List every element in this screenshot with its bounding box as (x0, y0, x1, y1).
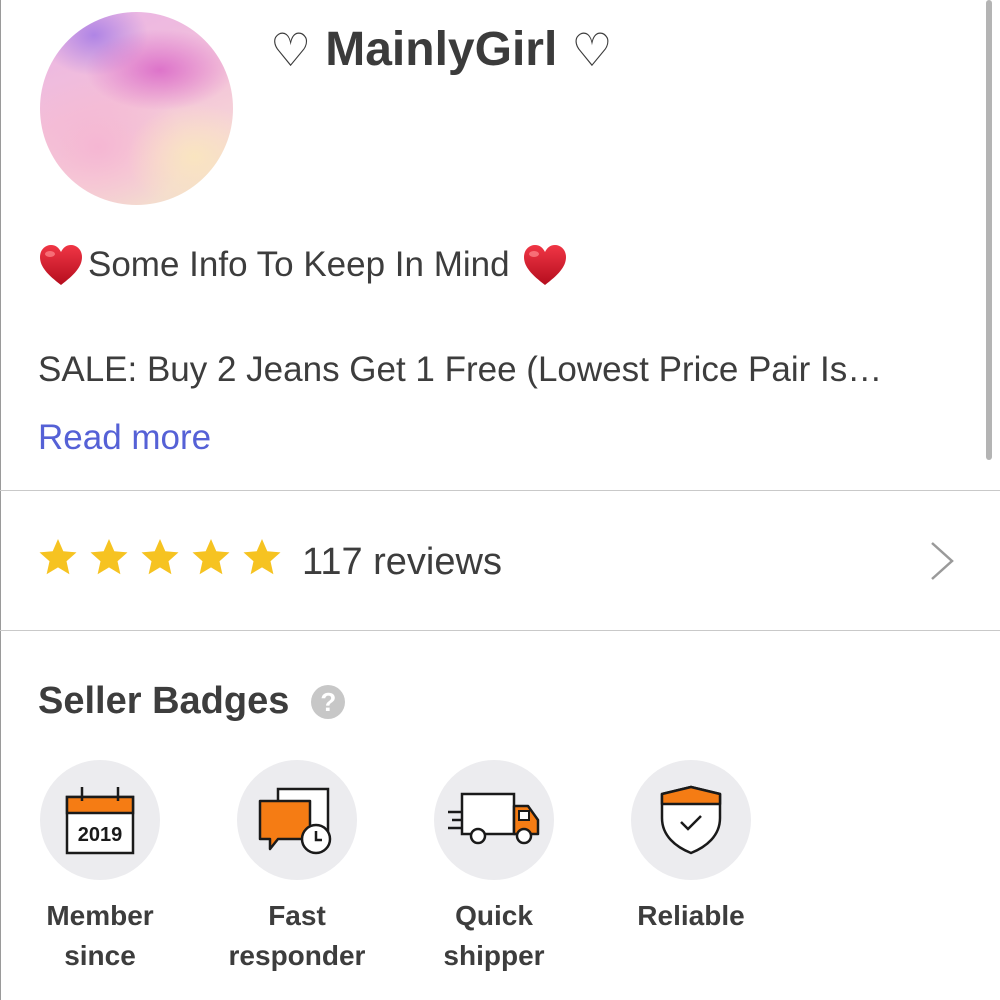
calendar-icon: 2019 (65, 787, 135, 855)
shop-avatar[interactable] (40, 12, 233, 205)
divider (0, 630, 1000, 631)
star-icon (141, 539, 179, 575)
star-icon (90, 539, 128, 575)
help-icon[interactable]: ? (311, 684, 346, 719)
badge-label: Reliable (591, 896, 791, 936)
truck-icon (448, 792, 540, 845)
badge-label-line2: responder (228, 940, 366, 971)
badge-label-line2: since (64, 940, 136, 971)
reviews-count: 117 reviews (302, 541, 502, 583)
divider (0, 490, 1000, 491)
heart-outline-icon: ♡ (270, 23, 312, 76)
shop-description-text: SALE: Buy 2 Jeans Get 1 Free (Lowest Pri… (38, 350, 883, 389)
read-more-link[interactable]: Read more (38, 418, 211, 458)
badge-label: Member since (0, 896, 200, 976)
badge-label: Quick shipper (394, 896, 594, 976)
badge-icon-circle[interactable]: 2019 (40, 760, 160, 880)
seller-badges-title: Seller Badges (38, 680, 290, 722)
shop-info-headline: Some Info To Keep In Mind (38, 243, 568, 287)
badge-label: Fast responder (197, 896, 397, 976)
badge-reliable: Reliable (591, 760, 791, 936)
shop-title: ♡ MainlyGirl ♡ (270, 22, 670, 77)
red-heart-icon (40, 245, 82, 285)
badge-quick-shipper: Quick shipper (394, 760, 594, 976)
heart-outline-icon: ♡ (571, 23, 613, 76)
calendar-year: 2019 (78, 824, 123, 846)
badge-label-line1: Member (46, 900, 154, 931)
badge-icon-circle[interactable] (631, 760, 751, 880)
shop-name: MainlyGirl (325, 23, 558, 76)
seller-badges-heading: Seller Badges ? (38, 680, 346, 723)
badge-label-line1: Quick (455, 900, 533, 931)
chat-clock-icon (258, 787, 332, 855)
star-icon (192, 539, 230, 575)
red-heart-icon (523, 245, 566, 285)
badge-fast-responder: Fast responder (197, 760, 397, 976)
star-rating (38, 537, 293, 577)
scrollbar[interactable] (986, 0, 992, 460)
star-icon (39, 539, 77, 575)
chevron-right-icon[interactable] (926, 541, 956, 581)
shield-check-icon (660, 785, 722, 855)
shop-info-text: Some Info To Keep In Mind (88, 245, 510, 284)
badge-icon-circle[interactable] (434, 760, 554, 880)
badge-icon-circle[interactable] (237, 760, 357, 880)
badge-label-line1: Reliable (637, 900, 745, 931)
badge-label-line1: Fast (268, 900, 326, 931)
star-icon (243, 539, 281, 575)
reviews-row[interactable]: 117 reviews (0, 493, 1000, 629)
badge-member-since: 2019 Member since (0, 760, 200, 976)
badge-label-line2: shipper (443, 940, 545, 971)
